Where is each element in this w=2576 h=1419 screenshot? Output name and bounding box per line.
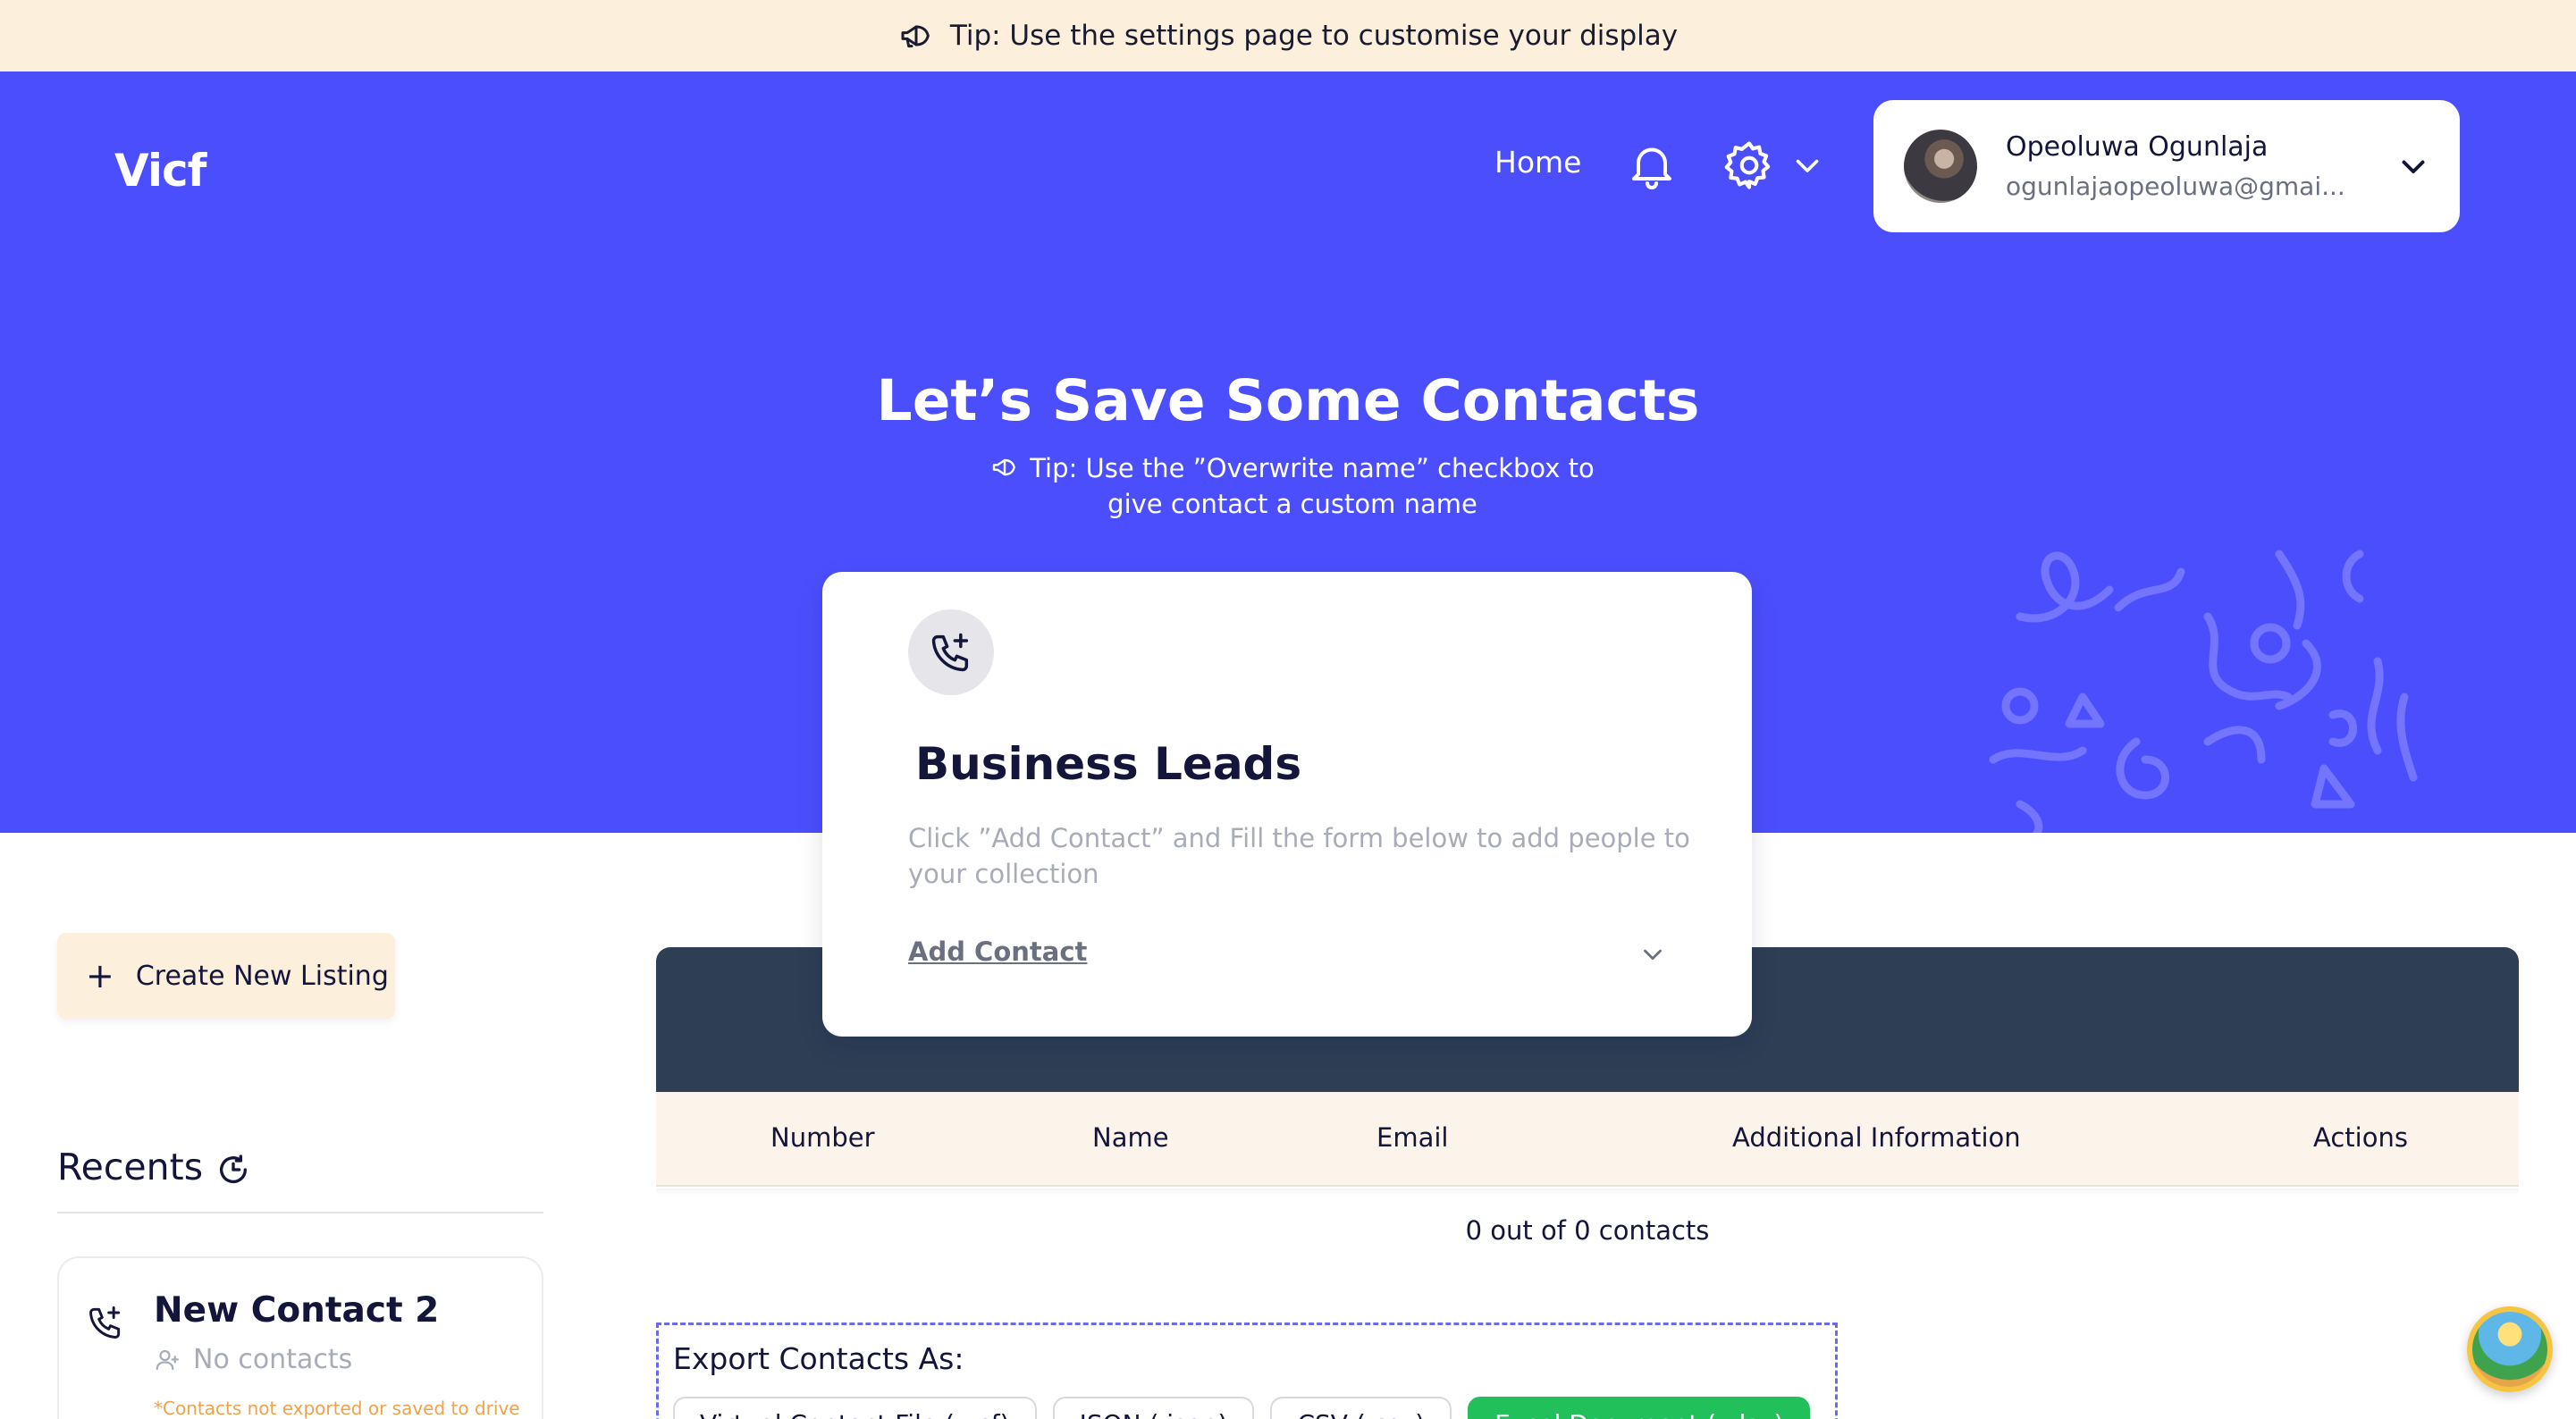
tip-banner: Tip: Use the settings page to customise …	[0, 0, 2576, 71]
bell-icon[interactable]	[1625, 136, 1679, 195]
add-contact-link[interactable]: Add Contact	[908, 936, 1087, 967]
recent-item-subtitle: No contacts	[154, 1344, 352, 1375]
megaphone-icon	[993, 458, 1016, 476]
floating-avatar-button[interactable]	[2467, 1306, 2553, 1392]
export-excel-button[interactable]: Excel Document (.xlsx)	[1468, 1397, 1811, 1419]
page-title: Let’s Save Some Contacts	[876, 368, 1700, 433]
column-additional-information: Additional Information	[1732, 1122, 2021, 1153]
settings-chevron-down-icon[interactable]	[1791, 152, 1823, 179]
hero-tip-text: Tip: Use the ”Overwrite name” checkbox t…	[1030, 453, 1595, 519]
collection-description: Click ”Add Contact” and Fill the form be…	[908, 823, 1690, 889]
gear-icon[interactable]	[1722, 138, 1777, 193]
column-number: Number	[770, 1122, 875, 1153]
tip-banner-text: Tip: Use the settings page to customise …	[949, 20, 1679, 52]
divider	[57, 1212, 543, 1213]
column-actions: Actions	[2313, 1122, 2408, 1153]
column-email: Email	[1376, 1122, 1449, 1153]
phone-add-icon	[931, 633, 969, 672]
megaphone-icon	[901, 25, 930, 48]
add-phone-icon-badge	[908, 609, 994, 695]
recent-collection-card[interactable]: New Contact 2 No contacts *Contacts not …	[57, 1256, 543, 1419]
recent-item-count: No contacts	[193, 1344, 353, 1375]
export-panel: Export Contacts As: Virtual Contact File…	[656, 1322, 1838, 1419]
hero-tip: Tip: Use the ”Overwrite name” checkbox t…	[971, 450, 1614, 522]
user-name: Opeoluwa Ogunlaja	[2006, 131, 2269, 163]
chevron-down-icon[interactable]	[2397, 153, 2429, 180]
collection-title: Business Leads	[915, 738, 1302, 790]
table-column-headers: Number Name Email Additional Information…	[656, 1092, 2519, 1187]
recents-heading: Recents	[57, 1146, 251, 1188]
avatar	[1904, 130, 1977, 203]
chevron-down-icon[interactable]	[1637, 940, 1668, 967]
table-divider	[656, 1188, 2519, 1196]
decorative-squiggles	[1989, 550, 2418, 833]
contacts-count: 0 out of 0 contacts	[1465, 1215, 1710, 1246]
user-email: ogunlajaopeoluwa@gmai...	[2006, 172, 2345, 201]
column-name: Name	[1092, 1122, 1169, 1153]
recent-item-note: *Contacts not exported or saved to drive	[154, 1398, 520, 1419]
export-json-button[interactable]: JSON (.json)	[1052, 1397, 1255, 1419]
user-profile-menu[interactable]: Opeoluwa Ogunlaja ogunlajaopeoluwa@gmai.…	[1873, 100, 2460, 232]
export-csv-button[interactable]: CSV (.csv)	[1270, 1397, 1452, 1419]
phone-add-icon	[89, 1306, 121, 1339]
recent-item-title: New Contact 2	[154, 1290, 440, 1331]
create-new-listing-button[interactable]: + Create New Listing	[57, 933, 395, 1019]
collection-card: Business Leads Click ”Add Contact” and F…	[822, 572, 1752, 1037]
nav-home-link[interactable]: Home	[1494, 145, 1581, 180]
create-new-listing-label: Create New Listing	[135, 960, 389, 992]
export-title: Export Contacts As:	[673, 1341, 964, 1376]
history-icon	[220, 1155, 248, 1184]
plus-icon: +	[86, 956, 114, 995]
app-logo[interactable]: Vicf	[114, 145, 206, 197]
user-add-icon	[156, 1349, 179, 1370]
recents-label: Recents	[57, 1146, 204, 1188]
export-vcf-button[interactable]: Virtual Contact File (.vcf)	[673, 1397, 1037, 1419]
